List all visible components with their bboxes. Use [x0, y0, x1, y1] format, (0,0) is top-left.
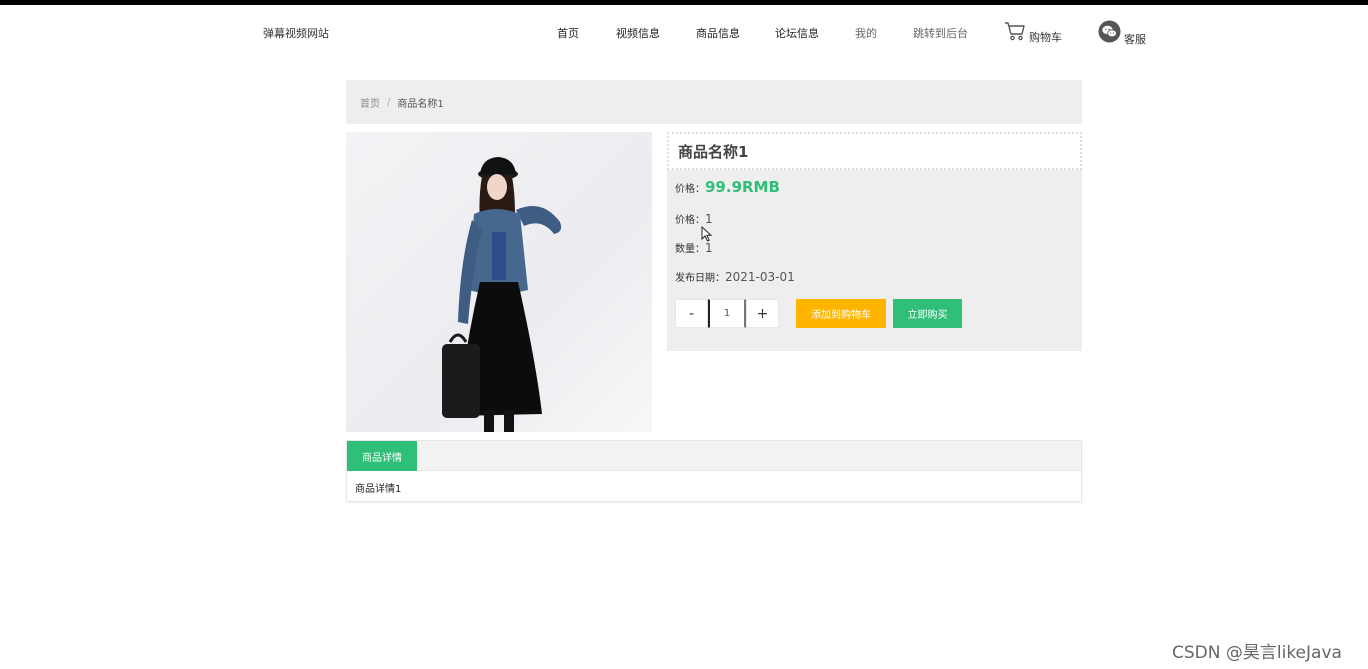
- price-label: 价格：: [675, 184, 705, 195]
- nav-goods[interactable]: 商品信息: [696, 25, 740, 41]
- price2-label: 价格：: [675, 215, 705, 226]
- nav-video[interactable]: 视频信息: [616, 25, 660, 41]
- nav-admin[interactable]: 跳转到后台: [913, 25, 968, 41]
- nav-cart[interactable]: 购物车: [1004, 21, 1062, 45]
- quantity-stepper: - +: [675, 299, 779, 328]
- buy-now-button[interactable]: 立即购买: [893, 299, 962, 328]
- mouse-cursor-icon: [701, 225, 713, 246]
- wechat-icon: [1098, 20, 1121, 47]
- nav-mine[interactable]: 我的: [855, 25, 877, 41]
- date-label: 发布日期：: [675, 273, 725, 284]
- quantity-plus-button[interactable]: +: [746, 299, 779, 328]
- price2-row: 价格：1: [675, 211, 713, 226]
- detail-tab-bar: 商品详情: [347, 441, 1081, 471]
- product-image: [346, 132, 652, 432]
- price-value: 99.9RMB: [705, 178, 780, 196]
- main-nav: 首页 视频信息 商品信息 论坛信息 我的 跳转到后台 购物车 客服: [0, 5, 1368, 60]
- product-title-box: 商品名称1: [667, 132, 1082, 170]
- breadcrumb-separator: /: [387, 96, 391, 108]
- site-header: 弹幕视频网站 首页 视频信息 商品信息 论坛信息 我的 跳转到后台 购物车 客服: [0, 5, 1368, 60]
- tab-product-detail[interactable]: 商品详情: [347, 441, 417, 471]
- quantity-minus-button[interactable]: -: [675, 299, 708, 328]
- breadcrumb-home[interactable]: 首页: [360, 95, 380, 110]
- date-row: 发布日期：2021-03-01: [675, 269, 795, 284]
- product-info-panel: 价格：99.9RMB 价格：1 数量：1 发布日期：2021-03-01 - +…: [667, 170, 1082, 351]
- detail-content: 商品详情1: [355, 484, 402, 495]
- cart-icon: [1004, 21, 1026, 45]
- breadcrumb: 首页 / 商品名称1: [346, 80, 1082, 124]
- date-value: 2021-03-01: [725, 270, 795, 284]
- nav-home[interactable]: 首页: [557, 25, 579, 41]
- breadcrumb-current: 商品名称1: [397, 98, 444, 110]
- product-detail-section: 商品详情 商品详情1: [346, 440, 1082, 502]
- price-row: 价格：99.9RMB: [675, 178, 780, 196]
- watermark: CSDN @昊言likeJava: [1172, 643, 1342, 663]
- product-name: 商品名称1: [678, 142, 749, 161]
- add-to-cart-button[interactable]: 添加到购物车: [796, 299, 886, 328]
- quantity-input[interactable]: [708, 299, 746, 328]
- price2-value: 1: [705, 212, 713, 226]
- nav-service[interactable]: 客服: [1098, 20, 1146, 47]
- nav-service-label: 客服: [1124, 33, 1146, 46]
- nav-forum[interactable]: 论坛信息: [775, 25, 819, 41]
- nav-cart-label: 购物车: [1029, 31, 1062, 44]
